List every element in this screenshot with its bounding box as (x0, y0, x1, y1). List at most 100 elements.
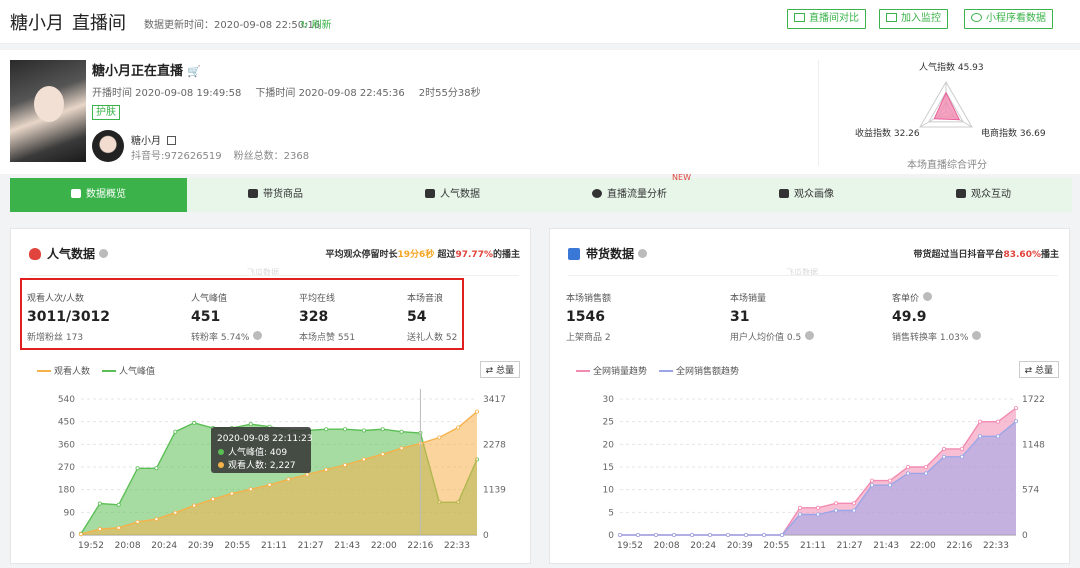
live-times: 开播时间 2020-09-08 19:49:58 下播时间 2020-09-08 … (92, 84, 495, 99)
x-tick-label: 19:52 (617, 541, 643, 551)
tooltip-dot-viewers (218, 462, 224, 468)
portrait-icon (779, 189, 789, 198)
sales-legend: 全网销量趋势 全网销售额趋势 (576, 364, 751, 377)
data-point (97, 527, 102, 532)
help-icon[interactable] (972, 331, 982, 340)
data-point (437, 435, 442, 440)
data-point (229, 491, 234, 496)
compare-button[interactable]: 直播间对比 (787, 9, 866, 29)
legend-text: 人气峰值 (119, 367, 156, 377)
data-point (380, 452, 385, 457)
tab-interaction-label: 观众互动 (971, 189, 1011, 200)
total-toggle-button[interactable]: ⇄ 总量 (479, 361, 520, 378)
x-tick-label: 22:33 (983, 541, 1009, 551)
x-tick-label: 22:33 (444, 541, 470, 551)
data-point (833, 501, 838, 506)
chat-icon (956, 189, 966, 198)
y2-tick-label: 574 (1022, 486, 1039, 496)
data-point (869, 483, 874, 488)
tab-popularity-label: 人气数据 (440, 189, 480, 200)
data-point (941, 446, 946, 451)
y-tick-label: 15 (603, 463, 614, 473)
total-label: 总量 (495, 366, 514, 376)
help-icon[interactable] (923, 292, 933, 301)
sales-note: 带货超过当日抖音平台83.60%播主 (913, 247, 1059, 260)
x-tick-label: 19:52 (78, 541, 104, 551)
data-point (173, 429, 178, 434)
refresh-link[interactable]: ↻ 刷新 (300, 16, 332, 31)
sales-chart: 0 5 10 15 20 25 30 0 574 1148 1722 19:52 20:08 20:24 2… (603, 395, 1046, 551)
sales-title-text: 带货数据 (586, 247, 635, 261)
x-tick-label: 20:24 (151, 541, 177, 551)
radar-caption: 本场直播综合评分 (907, 160, 987, 171)
tab-overview-label: 数据概览 (86, 189, 126, 200)
tab-traffic[interactable]: 直播流量分析 NEW (541, 173, 718, 212)
y-tick-label: 30 (603, 395, 615, 405)
y2-tick-label: 0 (1022, 531, 1028, 541)
x-tick-label: 22:00 (910, 541, 936, 551)
legend-peak[interactable]: 人气峰值 (102, 367, 155, 377)
sales-card: 带货数据 带货超过当日抖音平台83.60%播主 飞瓜数据 本场销售额 1546 上架… (549, 228, 1070, 564)
legend-sales-amount[interactable]: 全网销售额趋势 (659, 367, 739, 377)
help-icon[interactable] (638, 249, 648, 258)
note-time: 19分6秒 (397, 250, 435, 260)
popularity-title-text: 人气数据 (47, 247, 96, 261)
cover-face (34, 86, 64, 122)
legend-swatch (576, 370, 590, 372)
data-point (286, 477, 291, 482)
legend-viewers[interactable]: 观看人数 (37, 367, 90, 377)
y-tick-label: 10 (603, 486, 615, 496)
tab-popularity[interactable]: 人气数据 (364, 178, 541, 212)
stat-label-text: 客单价 (892, 294, 920, 304)
avatar[interactable] (92, 130, 124, 162)
data-point (380, 427, 385, 432)
sales-title: 带货数据 (568, 245, 648, 262)
note-pct: 83.60% (1003, 250, 1041, 260)
data-point (399, 429, 404, 434)
data-point (192, 420, 197, 425)
total-toggle-button[interactable]: ⇄ 总量 (1018, 361, 1059, 378)
help-icon[interactable] (99, 249, 109, 258)
compare-icon (794, 13, 805, 22)
monitor-button[interactable]: 加入监控 (879, 9, 948, 29)
page-title-suffix: 直播间 (72, 13, 126, 34)
live-cover-image[interactable] (10, 60, 86, 162)
data-point (869, 478, 874, 483)
tab-audience[interactable]: 观众画像 (718, 178, 895, 212)
data-point (1013, 406, 1018, 411)
category-tag[interactable]: 护肤 (92, 105, 120, 120)
series-area (620, 421, 1016, 535)
note-post: 的播主 (492, 250, 520, 260)
update-time: 数据更新时间：2020-09-08 22:50:16 (144, 20, 321, 31)
data-point (707, 532, 712, 537)
stat-unit-price: 客单价 49.9 销售转换率 1.03% (892, 291, 982, 343)
miniprogram-button[interactable]: 小程序看数据 (964, 9, 1053, 29)
data-point (905, 471, 910, 476)
help-icon[interactable] (805, 331, 815, 340)
y2-tick-label: 1148 (1022, 440, 1045, 450)
x-tick-label: 20:08 (115, 541, 141, 551)
stat-value: 31 (730, 309, 750, 325)
legend-sales-volume[interactable]: 全网销量趋势 (576, 367, 647, 377)
popularity-legend: 观看人数 人气峰值 (37, 364, 167, 377)
tab-products[interactable]: 带货商品 (187, 178, 364, 212)
data-point (135, 466, 140, 471)
qrcode-icon[interactable] (167, 136, 176, 145)
x-tick-label: 20:08 (654, 541, 680, 551)
stat-sub: 用户人均价值 0.5 (730, 330, 815, 343)
watermark: 飞瓜数据 (786, 268, 818, 277)
tab-interaction[interactable]: 观众互动 (895, 178, 1072, 212)
legend-swatch (659, 370, 674, 372)
monitor-icon (886, 13, 897, 22)
stat-sub-text: 销售转换率 1.03% (892, 333, 969, 343)
data-point (761, 532, 766, 537)
popularity-title: 人气数据 (29, 245, 109, 262)
data-point (192, 503, 197, 508)
anchor-name[interactable]: 糖小月 (131, 132, 176, 147)
y2-tick-label: 1139 (483, 486, 506, 496)
tab-traffic-label: 直播流量分析 (607, 189, 667, 200)
x-tick-label: 20:55 (763, 541, 789, 551)
live-info-panel: 糖小月正在直播 🛒 开播时间 2020-09-08 19:49:58 下播时间 20… (0, 50, 1080, 174)
tab-overview[interactable]: 数据概览 (10, 178, 187, 212)
radar-label-revenue: 收益指数 32.26 (855, 129, 920, 139)
